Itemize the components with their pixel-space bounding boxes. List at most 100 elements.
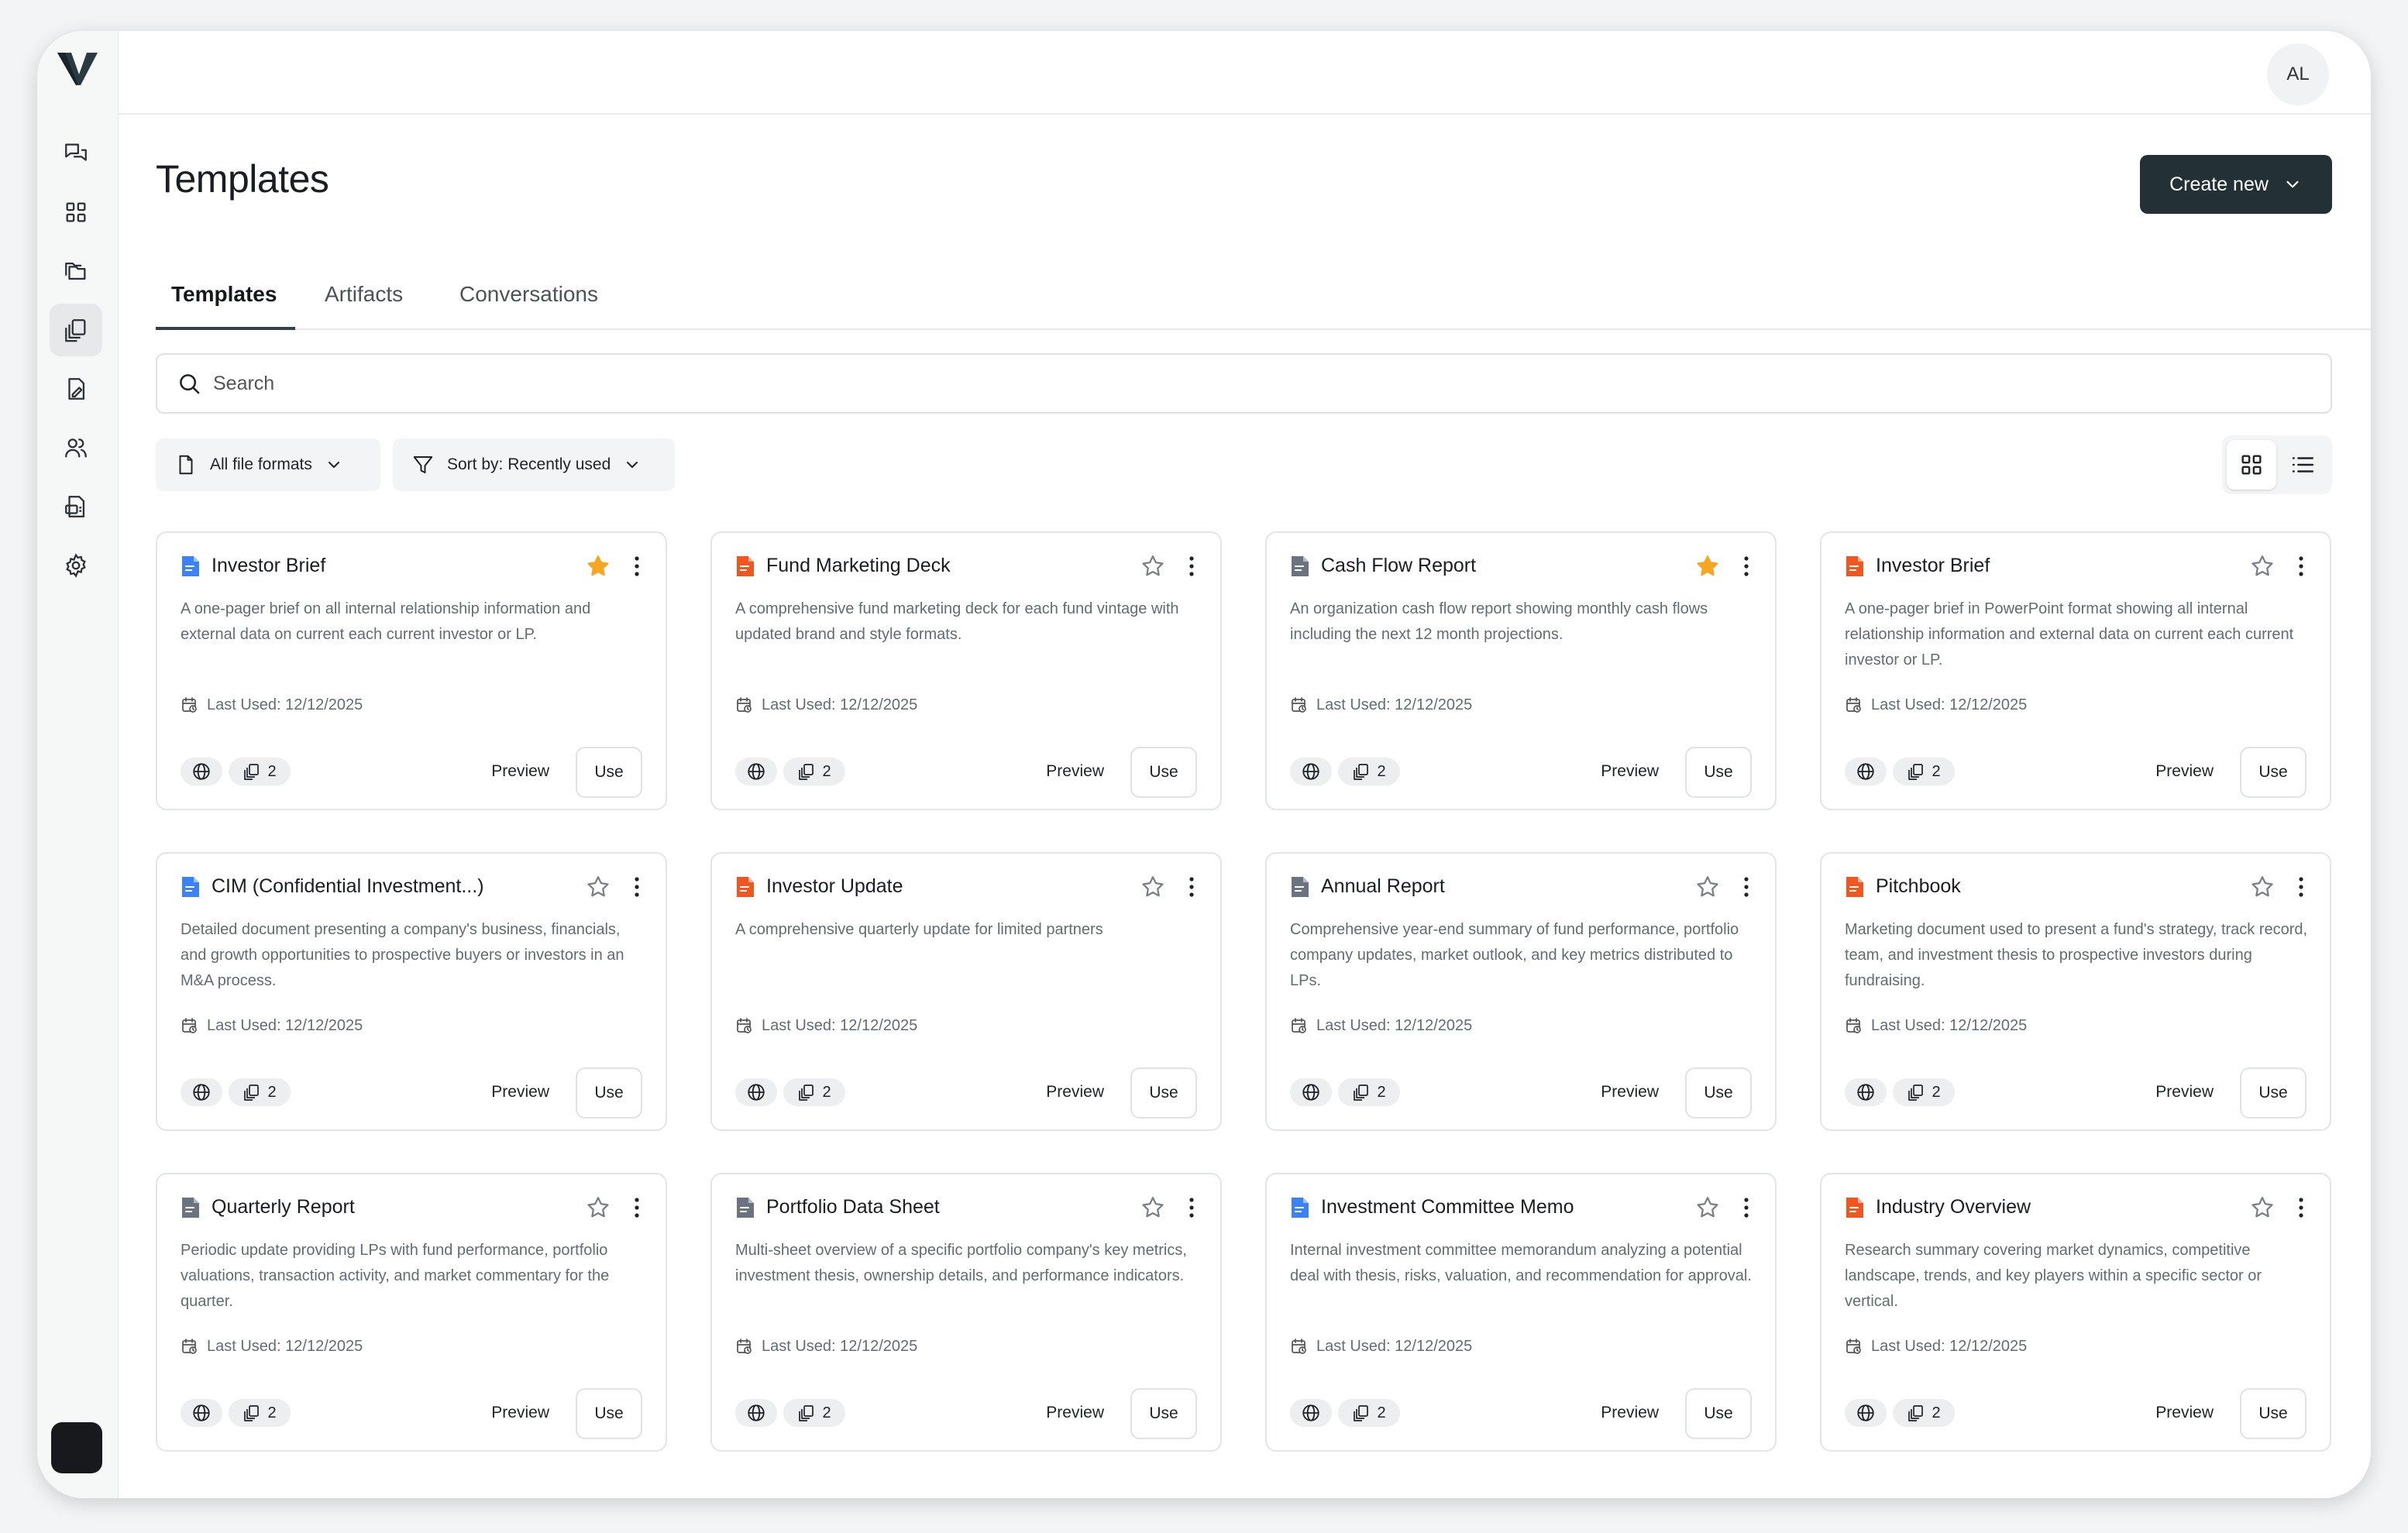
star-icon[interactable] (1140, 553, 1166, 579)
star-icon[interactable] (1140, 1194, 1166, 1221)
calendar-clock-icon (1292, 697, 1306, 713)
use-button[interactable]: Use (1130, 1067, 1197, 1119)
preview-button[interactable]: Preview (1046, 756, 1104, 787)
copies-icon (799, 1405, 814, 1421)
avatar[interactable]: AL (2267, 43, 2329, 105)
template-card[interactable]: Investor Brief A one-pager brief on all … (156, 531, 667, 810)
use-button[interactable]: Use (2240, 747, 2307, 798)
preview-button[interactable]: Preview (2155, 1077, 2214, 1108)
calendar-clock-icon (1846, 1339, 1861, 1354)
globe-icon (748, 1084, 765, 1101)
globe-icon (1302, 1404, 1319, 1421)
preview-button[interactable]: Preview (1601, 1077, 1659, 1108)
tab-artifacts[interactable]: Artifacts (325, 265, 403, 330)
star-icon[interactable] (1694, 553, 1721, 579)
preview-button[interactable]: Preview (1046, 1077, 1104, 1108)
template-card[interactable]: Quarterly Report Periodic update providi… (156, 1173, 667, 1452)
last-used: Last Used: 12/12/2025 (735, 696, 917, 714)
grid-view-button[interactable] (2227, 440, 2276, 490)
last-used-text: Last Used: 12/12/2025 (207, 1337, 363, 1355)
copies-count: 2 (267, 1404, 277, 1421)
star-icon[interactable] (2249, 874, 2276, 900)
more-icon[interactable] (2296, 1194, 2307, 1221)
more-icon[interactable] (1741, 553, 1752, 579)
logo-icon (57, 53, 98, 85)
template-card[interactable]: Investor Brief A one-pager brief in Powe… (1820, 531, 2331, 810)
preview-button[interactable]: Preview (2155, 1397, 2214, 1428)
file-type-icon (737, 556, 754, 576)
more-icon[interactable] (1186, 1194, 1197, 1221)
workspace-button[interactable] (51, 1422, 102, 1473)
more-icon[interactable] (2296, 874, 2307, 900)
star-icon[interactable] (585, 874, 611, 900)
template-name: Quarterly Report (212, 1196, 355, 1218)
sidebar-item-report[interactable] (50, 480, 102, 533)
more-icon[interactable] (1186, 874, 1197, 900)
sidebar-item-dashboard[interactable] (50, 186, 102, 239)
use-button[interactable]: Use (576, 1388, 642, 1439)
preview-button[interactable]: Preview (1046, 1397, 1104, 1428)
file-format-filter[interactable]: All file formats (156, 438, 380, 491)
template-card[interactable]: Investor Update A comprehensive quarterl… (710, 852, 1222, 1131)
star-icon[interactable] (2249, 1194, 2276, 1221)
file-icon (179, 455, 193, 475)
preview-button[interactable]: Preview (491, 756, 549, 787)
template-description: A one-pager brief on all internal relati… (181, 600, 591, 643)
more-icon[interactable] (631, 874, 642, 900)
sidebar-item-folders[interactable] (50, 245, 102, 297)
template-card[interactable]: CIM (Confidential Investment...) Detaile… (156, 852, 667, 1131)
use-button[interactable]: Use (1130, 747, 1197, 798)
sidebar-item-chat[interactable] (50, 127, 102, 180)
use-button[interactable]: Use (1685, 1067, 1752, 1119)
template-card[interactable]: Investment Committee Memo Internal inves… (1265, 1173, 1777, 1452)
list-icon (2292, 457, 2313, 473)
view-toggle (2222, 435, 2332, 494)
search-input[interactable] (213, 372, 2152, 395)
create-new-button[interactable]: Create new (2140, 155, 2332, 214)
globe-badge (735, 1399, 777, 1427)
globe-badge (181, 1399, 222, 1427)
template-card[interactable]: Fund Marketing Deck A comprehensive fund… (710, 531, 1222, 810)
template-card[interactable]: Portfolio Data Sheet Multi-sheet overvie… (710, 1173, 1222, 1452)
sort-dropdown[interactable]: Sort by: Recently used (393, 438, 675, 491)
preview-button[interactable]: Preview (491, 1397, 549, 1428)
tab-conversations[interactable]: Conversations (459, 265, 598, 330)
search-bar (156, 353, 2332, 414)
use-button[interactable]: Use (1685, 1388, 1752, 1439)
sidebar-item-users[interactable] (50, 421, 102, 474)
star-icon[interactable] (1694, 1194, 1721, 1221)
preview-button[interactable]: Preview (2155, 756, 2214, 787)
use-button[interactable]: Use (576, 1067, 642, 1119)
sidebar-item-templates[interactable] (50, 304, 102, 356)
use-button[interactable]: Use (2240, 1388, 2307, 1439)
more-icon[interactable] (2296, 553, 2307, 579)
star-icon[interactable] (1140, 874, 1166, 900)
preview-button[interactable]: Preview (1601, 756, 1659, 787)
template-card[interactable]: Cash Flow Report An organization cash fl… (1265, 531, 1777, 810)
template-card[interactable]: Industry Overview Research summary cover… (1820, 1173, 2331, 1452)
star-icon[interactable] (585, 1194, 611, 1221)
sidebar-item-settings[interactable] (50, 539, 102, 592)
template-card[interactable]: Pitchbook Marketing document used to pre… (1820, 852, 2331, 1131)
template-card[interactable]: Annual Report Comprehensive year-end sum… (1265, 852, 1777, 1131)
sidebar-item-file-edit[interactable] (50, 363, 102, 415)
star-icon[interactable] (2249, 553, 2276, 579)
more-icon[interactable] (1741, 874, 1752, 900)
star-icon[interactable] (585, 553, 611, 579)
star-icon[interactable] (1694, 874, 1721, 900)
use-button[interactable]: Use (576, 747, 642, 798)
use-button[interactable]: Use (1130, 1388, 1197, 1439)
list-view-button[interactable] (2278, 440, 2327, 490)
more-icon[interactable] (631, 1194, 642, 1221)
use-button[interactable]: Use (2240, 1067, 2307, 1119)
calendar-clock-icon (1292, 1018, 1306, 1033)
preview-button[interactable]: Preview (1601, 1397, 1659, 1428)
more-icon[interactable] (631, 553, 642, 579)
more-icon[interactable] (1741, 1194, 1752, 1221)
tab-templates[interactable]: Templates (171, 265, 277, 330)
file-type-icon (1292, 877, 1309, 897)
more-icon[interactable] (1186, 553, 1197, 579)
template-description: A one-pager brief in PowerPoint format s… (1845, 600, 2294, 669)
preview-button[interactable]: Preview (491, 1077, 549, 1108)
use-button[interactable]: Use (1685, 747, 1752, 798)
